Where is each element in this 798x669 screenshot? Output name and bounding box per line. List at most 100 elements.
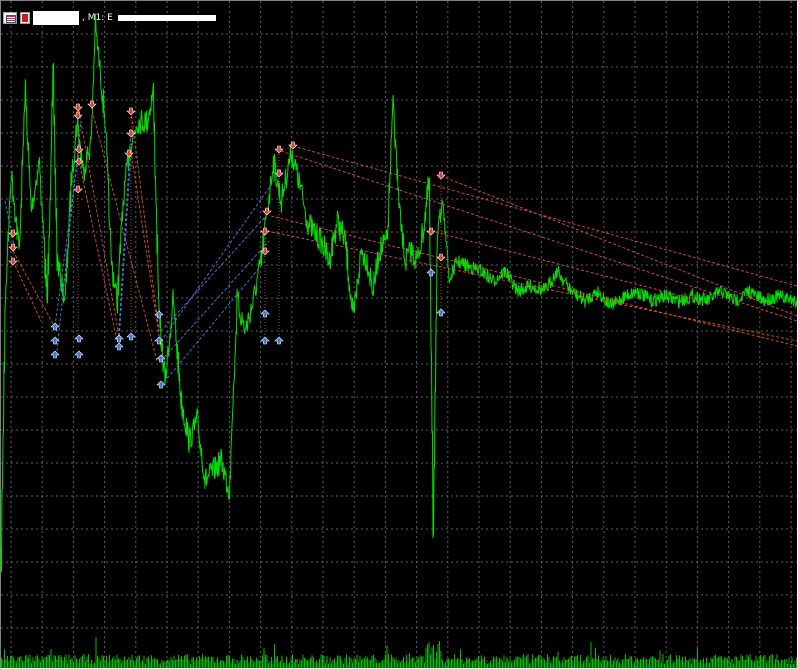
volume-bar <box>176 659 178 668</box>
buy-arrow-icon[interactable] <box>156 354 166 363</box>
volume-bar <box>340 656 341 668</box>
sell-arrow-icon[interactable] <box>260 227 270 236</box>
sell-arrow-icon[interactable] <box>8 257 18 266</box>
sell-arrow-icon[interactable] <box>73 185 83 194</box>
volume-bar <box>169 661 170 668</box>
volume-bar <box>416 656 418 668</box>
volume-bar <box>392 657 394 668</box>
volume-bar <box>220 660 221 668</box>
volume-bar <box>134 663 136 668</box>
document-icon[interactable] <box>20 12 30 24</box>
buy-arrow-icon[interactable] <box>114 342 124 351</box>
volume-bar <box>502 661 503 668</box>
volume-bar <box>67 663 68 668</box>
volume-bar <box>305 659 307 668</box>
buy-arrow-icon[interactable] <box>50 322 60 331</box>
volume-bar <box>466 657 467 668</box>
volume-bar <box>217 657 218 668</box>
volume-bar <box>265 654 266 668</box>
volume-bar <box>118 658 119 668</box>
volume-bar <box>203 659 205 668</box>
buy-arrow-icon[interactable] <box>74 334 84 343</box>
buy-arrow-icon[interactable] <box>50 350 60 359</box>
volume-bar <box>109 655 110 668</box>
buy-arrow-icon[interactable] <box>426 268 436 277</box>
sell-arrow-icon[interactable] <box>73 111 83 120</box>
volume-bar <box>100 660 101 668</box>
volume-bar <box>581 663 583 668</box>
volume-bar <box>559 660 560 668</box>
volume-bar <box>133 660 134 668</box>
sell-arrow-icon[interactable] <box>436 171 446 180</box>
volume-bar <box>149 661 151 668</box>
volume-bar <box>211 656 212 668</box>
volume-bar <box>146 657 148 668</box>
volume-bar <box>689 658 691 668</box>
volume-bar <box>515 656 517 668</box>
sell-arrow-icon[interactable] <box>262 207 272 216</box>
sell-arrow-icon[interactable] <box>426 227 436 236</box>
volume-bar <box>253 662 254 668</box>
volume-bar <box>475 660 476 668</box>
buy-arrow-icon[interactable] <box>126 332 136 341</box>
volume-bar <box>691 663 692 668</box>
price-chart[interactable] <box>1 1 797 668</box>
volume-bar <box>97 655 98 668</box>
volume-bar <box>460 649 461 668</box>
volume-bar <box>232 658 233 668</box>
buy-arrow-icon[interactable] <box>260 336 270 345</box>
volume-bar <box>578 661 580 668</box>
table-icon[interactable] <box>3 12 17 24</box>
volume-bar <box>202 654 203 668</box>
buy-arrow-icon[interactable] <box>436 308 446 317</box>
volume-bar <box>289 662 290 668</box>
trend-line <box>12 250 58 332</box>
chart-window[interactable]: , M1: E <box>0 0 798 669</box>
buy-arrow-icon[interactable] <box>260 309 270 318</box>
volume-bar <box>707 662 709 668</box>
volume-bar <box>509 657 511 668</box>
sell-arrow-icon[interactable] <box>87 100 97 109</box>
volume-bar <box>595 647 596 668</box>
buy-arrow-icon[interactable] <box>274 336 284 345</box>
sell-arrow-icon[interactable] <box>8 229 18 238</box>
volume-bar <box>704 663 706 668</box>
sell-arrow-icon[interactable] <box>8 243 18 252</box>
volume-bar <box>290 657 292 668</box>
volume-bar <box>190 663 191 668</box>
volume-bar <box>250 656 251 668</box>
volume-bar <box>317 663 319 668</box>
volume-bar <box>739 660 740 668</box>
volume-bar <box>764 655 766 668</box>
volume-bar <box>55 655 56 668</box>
volume-bar <box>379 662 380 668</box>
volume-bar <box>656 660 658 668</box>
volume-bar <box>143 655 145 668</box>
buy-arrow-icon[interactable] <box>74 350 84 359</box>
volume-bar <box>260 661 262 668</box>
volume-bar <box>112 658 113 668</box>
volume-bar <box>481 655 482 668</box>
volume-bar <box>505 662 506 668</box>
volume-bar <box>247 656 248 668</box>
volume-bar <box>754 661 755 668</box>
price-series <box>1 13 797 572</box>
volume-bar <box>403 656 404 668</box>
sell-arrow-icon[interactable] <box>436 253 446 262</box>
buy-arrow-icon[interactable] <box>156 380 166 389</box>
volume-bar <box>692 658 694 668</box>
buy-arrow-icon[interactable] <box>114 334 124 343</box>
volume-bar <box>695 659 697 668</box>
sell-arrow-icon[interactable] <box>274 145 284 154</box>
sell-arrow-icon[interactable] <box>73 103 83 112</box>
volume-bar <box>331 662 332 668</box>
buy-arrow-icon[interactable] <box>50 336 60 345</box>
volume-bar <box>434 659 436 668</box>
volume-bar <box>40 661 41 668</box>
sell-arrow-icon[interactable] <box>126 107 136 116</box>
volume-bar <box>91 659 92 668</box>
volume-bar <box>637 658 638 668</box>
volume-bar <box>743 659 745 668</box>
volume-bar <box>410 659 412 668</box>
volume-bar <box>179 658 181 668</box>
